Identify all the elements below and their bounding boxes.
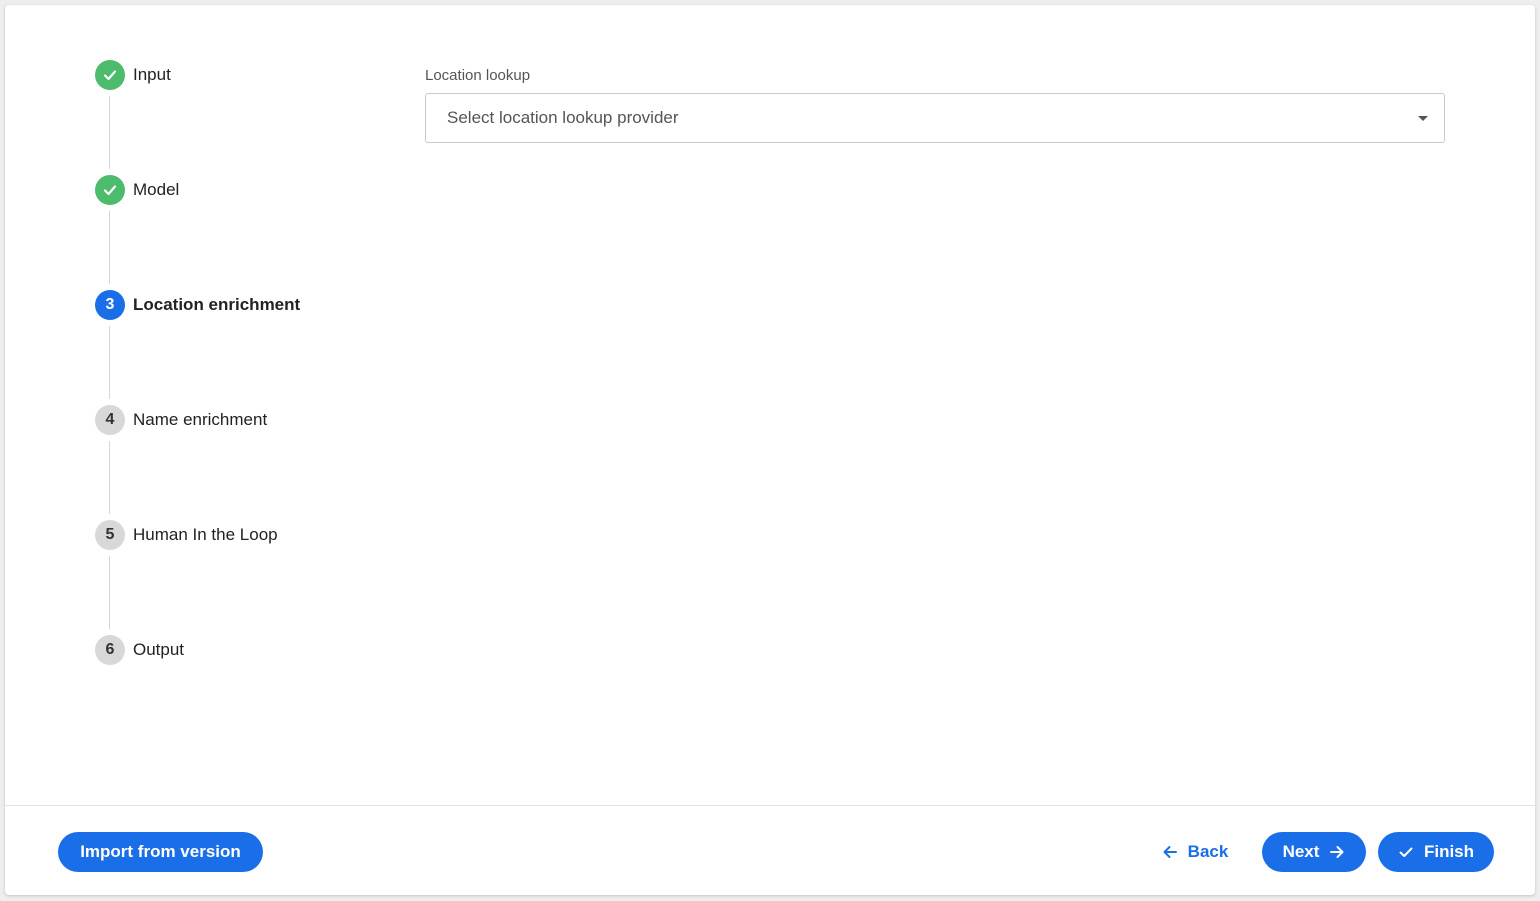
step-output[interactable]: 6 Output [95,635,184,665]
step-input[interactable]: Input [95,60,171,90]
step-done-badge [95,60,125,90]
check-icon [103,70,117,81]
location-lookup-placeholder: Select location lookup provider [447,108,679,127]
check-icon [1399,847,1413,857]
next-label: Next [1282,842,1320,861]
step-number-badge: 3 [95,290,125,320]
step-label: Output [133,640,185,659]
step-done-badge [95,175,125,205]
step-human-in-the-loop[interactable]: 5 Human In the Loop [95,520,278,550]
wizard-card: Input Model 3 Location enrichment 4 Name… [5,5,1535,895]
step-number-badge: 6 [95,635,125,665]
step-name-enrichment[interactable]: 4 Name enrichment [95,405,267,435]
step-model[interactable]: Model [95,175,179,205]
back-label: Back [1187,842,1229,861]
step-label: Human In the Loop [133,525,278,544]
step-label: Input [133,65,171,84]
step-number-badge: 5 [95,520,125,550]
step-label: Model [133,180,180,199]
finish-label: Finish [1423,842,1475,861]
import-from-version-label: Import from version [80,842,241,861]
step-label: Location enrichment [133,295,301,314]
back-button[interactable]: Back [1150,832,1240,872]
import-from-version-button[interactable]: Import from version [58,832,263,872]
step-connector [109,211,110,284]
location-lookup-field: Location lookup Select location lookup p… [425,67,1445,143]
check-icon [103,185,117,196]
step-connector [109,326,110,399]
location-lookup-select[interactable]: Select location lookup provider [425,93,1445,143]
step-number-badge: 4 [95,405,125,435]
step-location-enrichment[interactable]: 3 Location enrichment [95,290,300,320]
arrow-left-icon [1163,846,1177,858]
caret-down-icon [1418,116,1428,121]
arrow-right-icon [1330,846,1344,858]
step-connector [109,441,110,514]
next-button[interactable]: Next [1262,832,1366,872]
step-label: Name enrichment [133,410,268,429]
wizard-footer: Import from version Back Next Finish [5,805,1535,895]
step-connector [109,556,110,629]
location-lookup-label: Location lookup [425,67,531,84]
finish-button[interactable]: Finish [1378,832,1494,872]
step-connector [109,96,110,169]
